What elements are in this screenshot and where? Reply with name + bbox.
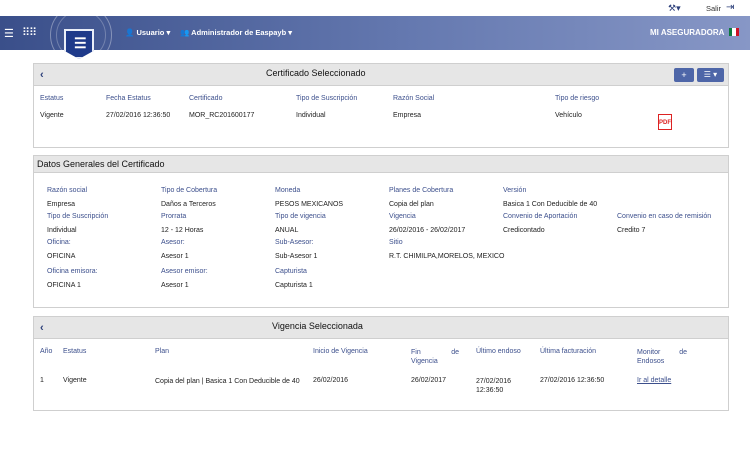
col-vig-estatus: Estatus: [63, 348, 87, 355]
vigencia-panel-header: [34, 317, 728, 339]
mexico-flag-icon[interactable]: [729, 28, 739, 36]
certificate-panel: ‹ Certificado Seleccionado + ☰ ▾ Estatus…: [33, 63, 729, 148]
prorrata-value: 12 - 12 Horas: [161, 227, 204, 234]
brand-name: MI ASEGURADORA: [650, 28, 725, 37]
vigencia-label: Vigencia: [389, 213, 416, 220]
oficina-value: OFICINA: [47, 253, 76, 260]
version-value: Basica 1 Con Deducible de 40: [503, 201, 598, 208]
convenio-remision-label: Convenio en caso de remisión: [617, 213, 712, 220]
logout-link[interactable]: Salir: [706, 4, 721, 13]
certificate-panel-header: [34, 64, 728, 86]
vig-plan: Copia del plan | Basica 1 Con Deducible …: [155, 378, 300, 385]
convenio-aportacion-label: Convenio de Aportación: [503, 213, 578, 220]
apps-grid-icon[interactable]: ⠿⠿: [22, 26, 37, 39]
cert-numero: MOR_RC201600177: [189, 112, 255, 119]
convenio-aportacion-value: Credicontado: [503, 227, 545, 234]
capturista-label: Capturista: [275, 268, 307, 275]
users-group-icon: 👥: [180, 28, 192, 37]
planes-cobertura-value: Copia del plan: [389, 201, 434, 208]
admin-menu[interactable]: 👥 Administrador de Easpayb ▾: [180, 28, 292, 37]
oficina-label: Oficina:: [47, 239, 71, 246]
tipo-vigencia-label: Tipo de vigencia: [275, 213, 326, 220]
options-menu-button[interactable]: ☰ ▾: [697, 68, 724, 82]
moneda-value: PESOS MEXICANOS: [275, 201, 344, 208]
col-estatus: Estatus: [40, 95, 64, 102]
general-data-title: Datos Generales del Certificado: [37, 159, 165, 169]
sub-asesor-label: Sub-Asesor:: [275, 239, 314, 246]
col-tipo-suscripcion: Tipo de Suscripción: [296, 95, 358, 102]
main-navbar: ☰ ⠿⠿ ☰ 👤 Usuario ▾ 👥 Administrador de Ea…: [0, 4, 750, 66]
pdf-download-icon[interactable]: PDF: [658, 114, 672, 130]
asesor-value: Asesor 1: [161, 253, 189, 260]
col-plan: Plan: [155, 348, 170, 355]
vigencia-panel-title: Vigencia Seleccionada: [272, 321, 363, 331]
col-fin-vigencia: Fin de Vigencia: [411, 349, 459, 365]
vigencia-panel: ‹ Vigencia Seleccionada Año Estatus Plan…: [33, 316, 729, 411]
razon-social-value: Empresa: [47, 201, 76, 208]
planes-cobertura-label: Planes de Cobertura: [389, 187, 454, 194]
cert-estatus: Vigente: [40, 112, 64, 119]
user-menu[interactable]: 👤 Usuario ▾: [125, 28, 170, 37]
capturista-value: Capturista 1: [275, 282, 313, 289]
vigencia-value: 26/02/2016 - 26/02/2017: [389, 227, 466, 234]
moneda-label: Moneda: [275, 187, 301, 194]
version-label: Versión: [503, 187, 527, 194]
col-inicio-vigencia: Inicio de Vigencia: [313, 348, 368, 355]
sitio-value: R.T. CHIMILPA,MORELOS, MEXICO: [389, 253, 505, 260]
oficina-emisora-value: OFICINA 1: [47, 282, 81, 289]
asesor-emisor-label: Asesor emisor:: [161, 268, 208, 275]
prorrata-label: Prorrata: [161, 213, 187, 220]
user-icon: 👤: [125, 28, 137, 37]
logo-mark-icon: ☰: [74, 35, 87, 51]
tipo-suscripcion-label: Tipo de Suscripción: [47, 213, 109, 220]
sitio-label: Sitio: [389, 239, 403, 246]
ir-al-detalle-link[interactable]: Ir al detalle: [637, 377, 671, 384]
cert-tipo-riesgo: Vehículo: [555, 112, 582, 119]
logout-icon[interactable]: ⇥: [726, 2, 734, 13]
tipo-vigencia-value: ANUAL: [275, 227, 299, 234]
col-razon-social: Razón Social: [393, 95, 435, 102]
oficina-emisora-label: Oficina emisora:: [47, 268, 98, 275]
convenio-remision-value: Credito 7: [617, 227, 646, 234]
vigencia-back-arrow-icon[interactable]: ‹: [40, 322, 44, 334]
top-strip: ⚒▾ Salir ⇥: [0, 0, 750, 16]
tools-dropdown-icon[interactable]: ⚒▾: [668, 3, 681, 14]
vig-ultimo-endoso: 27/02/2016 12:36:50: [476, 378, 512, 394]
tipo-cobertura-value: Daños a Terceros: [161, 201, 216, 208]
razon-social-label: Razón social: [47, 187, 88, 194]
col-ultima-facturacion: Última facturación: [540, 348, 597, 355]
general-data-panel: Datos Generales del Certificado Razón so…: [33, 155, 729, 308]
vig-fin: 26/02/2017: [411, 377, 447, 384]
col-ultimo-endoso: Último endoso: [476, 348, 521, 355]
asesor-label: Asesor:: [161, 239, 185, 246]
sub-asesor-value: Sub-Asesor 1: [275, 253, 318, 260]
cert-tipo-suscripcion: Individual: [296, 112, 326, 119]
vig-inicio: 26/02/2016: [313, 377, 349, 384]
col-anio: Año: [40, 348, 53, 355]
certificate-panel-title: Certificado Seleccionado: [266, 68, 366, 78]
vig-ultima-facturacion: 27/02/2016 12:36:50: [540, 377, 605, 384]
col-tipo-riesgo: Tipo de riesgo: [555, 95, 600, 102]
cert-razon-social: Empresa: [393, 112, 422, 119]
col-monitor-endosos: Monitor de Endosos: [637, 349, 687, 365]
tipo-suscripcion-value: Individual: [47, 227, 77, 234]
col-certificado: Certificado: [189, 95, 223, 102]
add-button[interactable]: +: [674, 68, 694, 82]
asesor-emisor-value: Asesor 1: [161, 282, 189, 289]
cert-fecha: 27/02/2016 12:36:50: [106, 112, 171, 119]
tipo-cobertura-label: Tipo de Cobertura: [161, 187, 218, 194]
vig-estatus: Vigente: [63, 377, 87, 384]
hamburger-menu-icon[interactable]: ☰: [4, 27, 14, 40]
col-fecha-estatus: Fecha Estatus: [106, 95, 151, 102]
back-arrow-icon[interactable]: ‹: [40, 69, 44, 81]
vig-anio: 1: [40, 377, 44, 384]
